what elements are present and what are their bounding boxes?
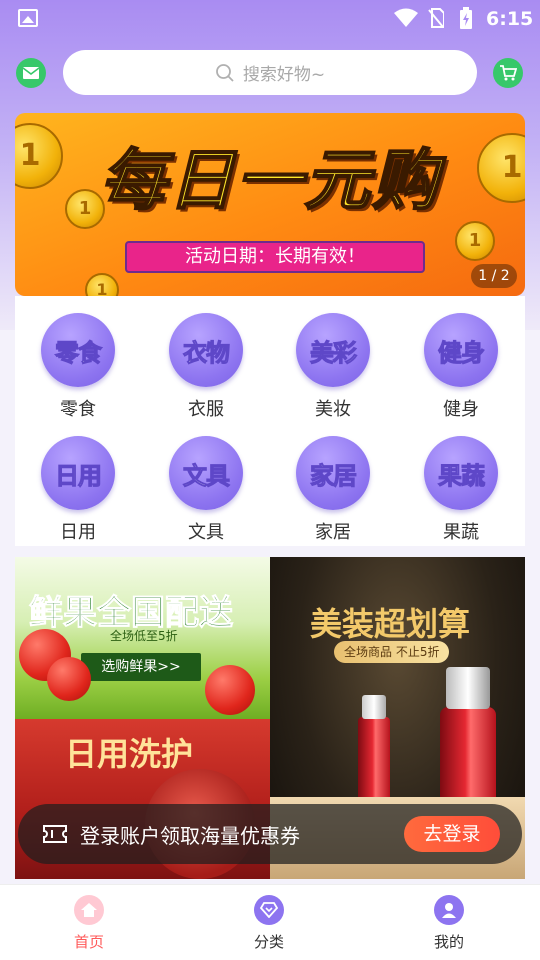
tab-profile[interactable]: 我的 bbox=[404, 895, 494, 952]
apple-image bbox=[47, 657, 91, 701]
no-sim-icon bbox=[428, 8, 444, 28]
promo-beauty-title: 美装超划算 bbox=[310, 605, 471, 643]
category-clothing[interactable]: 衣物 衣服 bbox=[156, 313, 256, 423]
cart-icon bbox=[500, 65, 517, 81]
clothing-icon: 衣物 bbox=[169, 313, 243, 387]
category-label: 衣服 bbox=[188, 399, 224, 420]
category-label: 美妆 bbox=[315, 399, 351, 420]
serum-cap-image bbox=[362, 695, 386, 719]
promo-daily-title: 日用洗护 bbox=[65, 735, 194, 773]
wifi-icon bbox=[394, 8, 418, 27]
category-label: 文具 bbox=[188, 522, 224, 543]
makeup-icon: 美彩 bbox=[296, 313, 370, 387]
search-icon bbox=[215, 63, 234, 82]
status-bar: 6:15 bbox=[0, 0, 540, 36]
category-daily[interactable]: 日用 日用 bbox=[28, 436, 128, 546]
stationery-icon: 文具 bbox=[169, 436, 243, 510]
tab-category[interactable]: 分类 bbox=[224, 895, 314, 952]
shop-fruit-button[interactable]: 选购鲜果>> bbox=[81, 653, 201, 681]
heart-diamond-icon bbox=[254, 895, 284, 925]
promo-carousel[interactable]: 1 1 1 1 1 每日一元购 活动日期：长期有效！ 1 / 2 bbox=[15, 113, 525, 296]
bottom-tab-bar: 首页 分类 我的 bbox=[0, 884, 540, 960]
login-prompt-text: 登录账户领取海量优惠券 bbox=[80, 823, 300, 848]
promo-fruit-subtitle: 全场低至5折 bbox=[110, 629, 178, 643]
banner-subtitle: 活动日期：长期有效！ bbox=[125, 241, 425, 273]
produce-icon: 果蔬 bbox=[424, 436, 498, 510]
category-label: 家居 bbox=[315, 522, 351, 543]
category-label: 零食 bbox=[60, 399, 96, 420]
snacks-icon: 零食 bbox=[41, 313, 115, 387]
login-button[interactable]: 去登录 bbox=[404, 816, 500, 852]
coin-decoration: 1 bbox=[85, 273, 119, 296]
category-label: 日用 bbox=[60, 522, 96, 543]
home-icon bbox=[74, 895, 104, 925]
image-notification-icon bbox=[18, 9, 38, 27]
search-input[interactable]: 搜索好物~ bbox=[63, 50, 477, 95]
category-label: 健身 bbox=[443, 399, 479, 420]
category-fitness[interactable]: 健身 健身 bbox=[411, 313, 511, 423]
category-grid: 零食 零食 衣物 衣服 美彩 美妆 健身 健身 日用 日用 文具 文具 家居 家… bbox=[15, 296, 525, 546]
tab-home-label: 首页 bbox=[73, 933, 104, 951]
banner-title: 每日一元购 bbox=[99, 141, 440, 220]
user-icon bbox=[434, 895, 464, 925]
tab-category-label: 分类 bbox=[253, 933, 284, 951]
cart-button[interactable] bbox=[493, 58, 523, 88]
search-placeholder: 搜索好物~ bbox=[242, 65, 326, 85]
category-produce[interactable]: 果蔬 果蔬 bbox=[411, 436, 511, 546]
status-time: 6:15 bbox=[486, 8, 534, 30]
category-snacks[interactable]: 零食 零食 bbox=[28, 313, 128, 423]
category-label: 果蔬 bbox=[443, 522, 479, 543]
tab-profile-label: 我的 bbox=[433, 933, 464, 951]
toner-cap-image bbox=[446, 667, 490, 709]
fitness-icon: 健身 bbox=[424, 313, 498, 387]
promo-fruit-delivery[interactable]: 鲜果全国配送 全场低至5折 选购鲜果>> bbox=[15, 557, 270, 719]
tab-home[interactable]: 首页 bbox=[44, 895, 134, 952]
promo-beauty-subtitle: 全场商品 不止5折 bbox=[334, 641, 450, 663]
home-goods-icon: 家居 bbox=[296, 436, 370, 510]
login-prompt-banner[interactable]: 登录账户领取海量优惠券 去登录 bbox=[18, 804, 522, 864]
coupon-icon bbox=[43, 825, 67, 843]
carousel-indicator: 1 / 2 bbox=[471, 264, 517, 288]
mail-icon bbox=[22, 67, 40, 79]
message-button[interactable] bbox=[16, 58, 46, 88]
coin-decoration: 1 bbox=[455, 221, 495, 261]
category-stationery[interactable]: 文具 文具 bbox=[156, 436, 256, 546]
category-home[interactable]: 家居 家居 bbox=[283, 436, 383, 546]
battery-icon bbox=[460, 7, 472, 29]
daily-icon: 日用 bbox=[41, 436, 115, 510]
category-makeup[interactable]: 美彩 美妆 bbox=[283, 313, 383, 423]
apple-image bbox=[205, 665, 255, 715]
